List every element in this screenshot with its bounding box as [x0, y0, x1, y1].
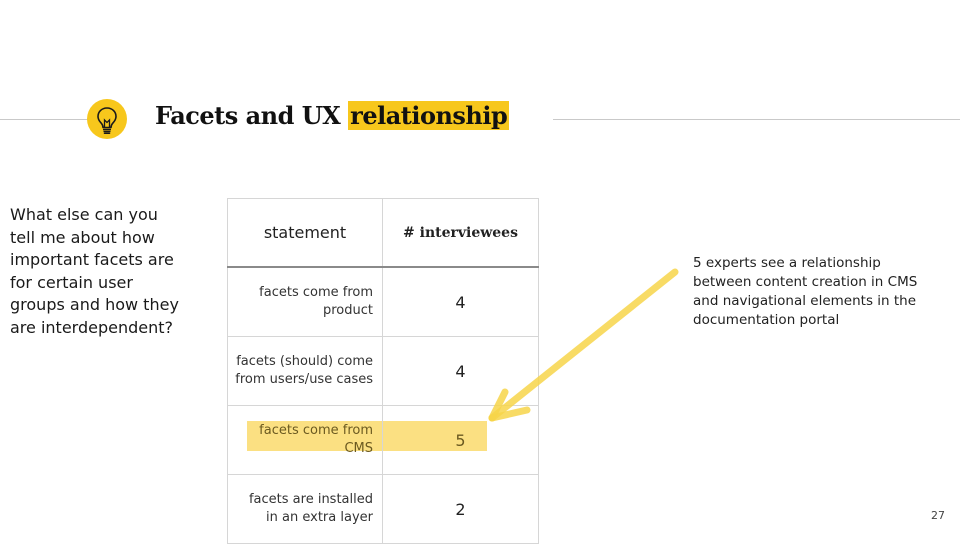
annotation-note: 5 experts see a relationship between con… [693, 255, 918, 328]
page-number: 27 [931, 509, 945, 522]
